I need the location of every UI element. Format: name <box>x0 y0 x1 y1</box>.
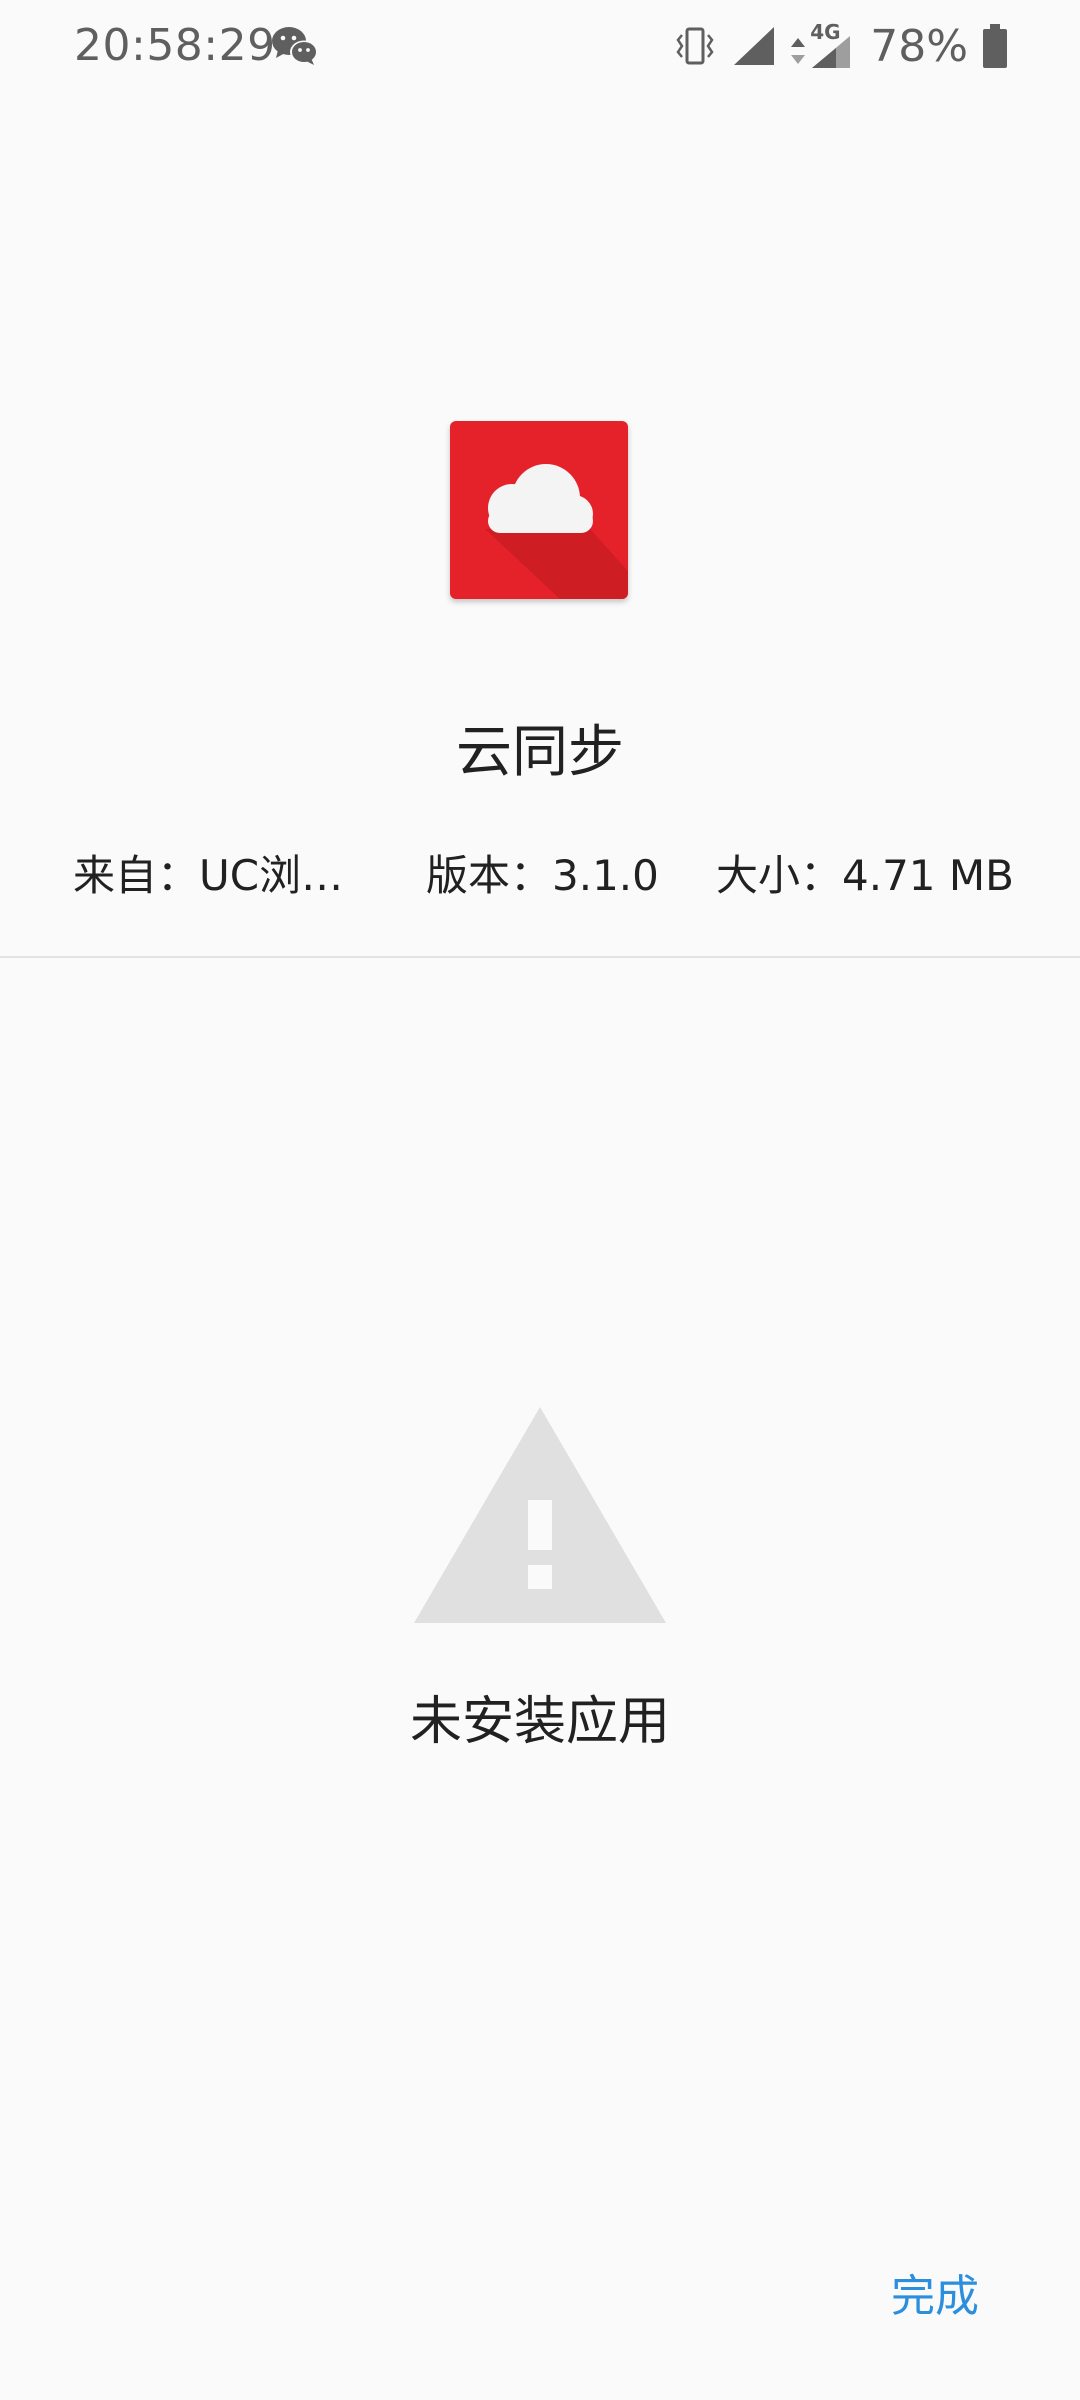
signal-icon <box>734 27 775 65</box>
cloud-icon <box>485 464 628 599</box>
app-size: 大小：4.71 MB <box>716 851 1014 900</box>
status-right-group: 4G 78% <box>672 16 1008 76</box>
network-indicator: 4G <box>790 20 852 70</box>
status-bar: 20:58:29 4G 78% <box>0 0 1080 96</box>
app-icon <box>450 421 628 599</box>
divider <box>0 956 1080 958</box>
warning-icon <box>414 1407 666 1623</box>
status-time: 20:58:29 <box>74 20 276 71</box>
wechat-icon <box>272 27 318 65</box>
battery-percent: 78% <box>870 20 968 72</box>
app-name: 云同步 <box>456 720 624 785</box>
app-version: 版本：3.1.0 <box>426 851 659 900</box>
done-button[interactable]: 完成 <box>870 2257 1000 2327</box>
data-arrows-icon <box>791 38 806 64</box>
signal-4g-icon <box>812 36 851 68</box>
app-source: 来自：UC浏… <box>73 851 344 900</box>
battery-icon <box>983 24 1007 68</box>
install-status-message: 未安装应用 <box>409 1692 670 1752</box>
vibrate-icon <box>676 27 714 65</box>
